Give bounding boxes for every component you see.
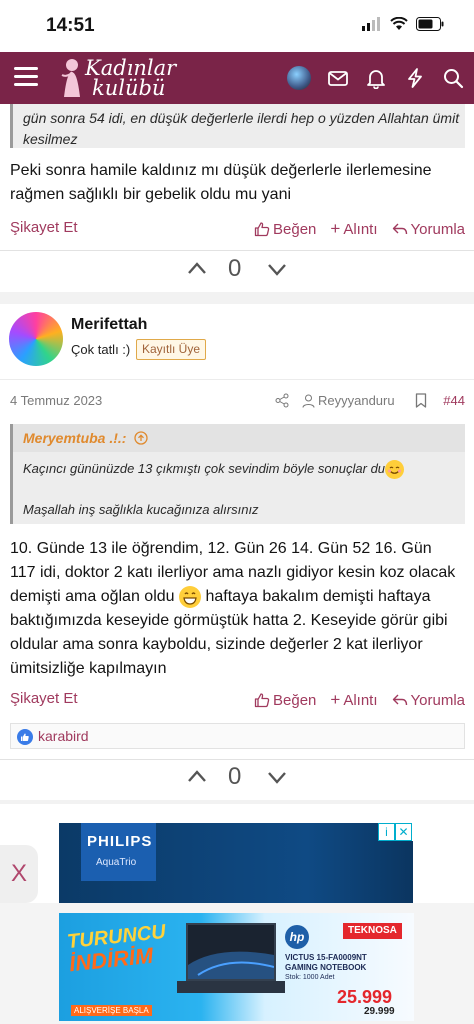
smiling-face-icon: [385, 460, 405, 479]
ad-info-icon[interactable]: i: [378, 823, 395, 841]
ad-close-icon[interactable]: ✕: [395, 823, 412, 841]
quote-line: Maşallah inş sağlıkla kucağınıza alırsın…: [23, 502, 259, 517]
quote-block: Meryemtuba .!.: Kaçıncı gününüzde 13 çık…: [10, 424, 465, 524]
reply-label: Yorumla: [410, 691, 465, 709]
search-icon[interactable]: [442, 67, 464, 89]
upvote-icon[interactable]: [186, 261, 208, 275]
thumbs-up-icon: [254, 222, 270, 237]
philips-brand: PHILIPS: [87, 833, 153, 850]
like-button[interactable]: Beğen: [254, 221, 316, 238]
post-meta: 4 Temmuz 2023 Reyyyanduru #44: [10, 393, 465, 411]
ad-cta[interactable]: ALIŞVERİŞE BAŞLA: [71, 1005, 152, 1016]
like-label: Beğen: [273, 220, 317, 238]
post-actions: Şikayet Et Beğen + Alıntı Yorumla: [10, 690, 465, 710]
post-separator: [0, 292, 474, 304]
reply-button[interactable]: Yorumla: [392, 692, 465, 709]
quote-header[interactable]: Meryemtuba .!.:: [13, 424, 465, 452]
logo-line2: kulübü: [92, 76, 166, 100]
ad-controls: i ✕: [378, 823, 413, 841]
product-name: VICTUS 15-FA0009NT GAMING NOTEBOOK Stok:…: [285, 953, 410, 983]
site-logo[interactable]: Kadınlar kulübü: [58, 56, 188, 100]
user-title: Çok tatlı :): [71, 342, 131, 357]
bell-icon[interactable]: [365, 67, 387, 89]
close-ad-tab[interactable]: X: [0, 845, 38, 903]
quote-label: Alıntı: [343, 220, 378, 238]
vote-bar: 0: [0, 759, 474, 799]
logo-figure-icon: [61, 59, 80, 97]
top-nav: Kadınlar kulübü: [0, 52, 474, 104]
menu-icon[interactable]: [14, 67, 38, 87]
user-icon: [302, 394, 315, 408]
reply-icon: [392, 694, 407, 706]
logo-line1: Kadınlar: [85, 56, 177, 80]
teknosa-logo: TEKNOSA: [343, 923, 402, 939]
laptop-base: [177, 981, 285, 993]
laptop-image: [186, 923, 276, 981]
philips-ad-banner[interactable]: PHILIPS AquaTrio: [59, 823, 413, 903]
status-icons: [362, 17, 444, 31]
product-price: 25.999: [337, 987, 393, 1007]
quote-button[interactable]: + Alıntı: [330, 690, 377, 710]
signal-icon: [362, 17, 380, 31]
post-actions: Şikayet Et Beğen + Alıntı Yorumla: [10, 219, 465, 239]
status-bar: 14:51: [0, 0, 474, 52]
report-link[interactable]: Şikayet Et: [10, 219, 78, 236]
vote-bar: 0: [0, 251, 474, 291]
arrow-up-circle-icon: [134, 431, 149, 445]
user-badge: Kayıtlı Üye: [136, 339, 207, 360]
post-text: 10. Günde 13 ile öğrendim, 12. Gün 26 14…: [10, 537, 460, 681]
vote-count: 0: [228, 255, 242, 282]
grinning-face-icon: [179, 585, 201, 608]
post-date[interactable]: 4 Temmuz 2023: [10, 393, 102, 408]
product-line-1: VICTUS 15-FA0009NT: [285, 953, 367, 962]
quote-button[interactable]: + Alıntı: [330, 219, 377, 239]
report-link[interactable]: Şikayet Et: [10, 690, 78, 707]
philips-brand-block: PHILIPS AquaTrio: [81, 823, 156, 881]
post-number[interactable]: #44: [443, 393, 465, 408]
downvote-icon[interactable]: [266, 771, 288, 785]
user-avatar-small[interactable]: [287, 66, 311, 90]
bolt-icon[interactable]: [404, 67, 426, 89]
product-line-2: GAMING NOTEBOOK: [285, 963, 367, 972]
reactions-bar: karabird: [10, 723, 465, 749]
divider: [0, 379, 474, 380]
quote-block-top: gün sonra 54 idi, en düşük değerlerle il…: [10, 104, 465, 148]
mail-icon[interactable]: [327, 67, 349, 89]
teknosa-ad-banner[interactable]: TURUNCU İNDİRİM ALIŞVERİŞE BAŞLA hp TEKN…: [59, 913, 414, 1021]
plus-icon: +: [330, 690, 341, 709]
reply-label: Yorumla: [410, 220, 465, 238]
post-separator: [0, 800, 474, 804]
plus-icon: +: [330, 219, 341, 238]
liked-by-user[interactable]: karabird: [38, 728, 89, 744]
reply-button[interactable]: Yorumla: [392, 221, 465, 238]
quote-author: Meryemtuba .!.:: [23, 430, 127, 446]
vote-count: 0: [228, 763, 242, 790]
post-text: Peki sonra hamile kaldınız mı düşük değe…: [10, 162, 432, 203]
philips-product: AquaTrio: [96, 857, 137, 868]
product-stock: Stok: 1000 Adet: [285, 974, 335, 981]
share-icon[interactable]: [275, 393, 289, 408]
like-reaction-icon: [17, 729, 33, 745]
downvote-icon[interactable]: [266, 263, 288, 277]
thumbs-up-icon: [254, 693, 270, 708]
quote-label: Alıntı: [343, 691, 378, 709]
ad-headline-2: İNDİRİM: [67, 942, 155, 977]
like-button[interactable]: Beğen: [254, 692, 316, 709]
quote-line-text: Kaçıncı gününüzde 13 çıkmıştı çok sevind…: [23, 460, 386, 476]
status-time: 14:51: [46, 15, 95, 36]
hp-logo: hp: [285, 925, 309, 949]
battery-icon: [416, 17, 444, 31]
username[interactable]: Merifettah: [71, 316, 147, 334]
author-name: Reyyyanduru: [318, 393, 395, 408]
bookmark-icon[interactable]: [415, 393, 427, 408]
wifi-icon: [390, 17, 408, 30]
like-label: Beğen: [273, 691, 317, 709]
quote-line: Kaçıncı gününüzde 13 çıkmıştı çok sevind…: [23, 460, 405, 479]
quote-text: gün sonra 54 idi, en düşük değerlerle il…: [23, 110, 460, 147]
author-link[interactable]: Reyyyanduru: [302, 393, 395, 408]
upvote-icon[interactable]: [186, 769, 208, 783]
product-price-old: 29.999: [364, 1006, 395, 1017]
reply-icon: [392, 223, 407, 235]
user-avatar[interactable]: [9, 312, 63, 366]
